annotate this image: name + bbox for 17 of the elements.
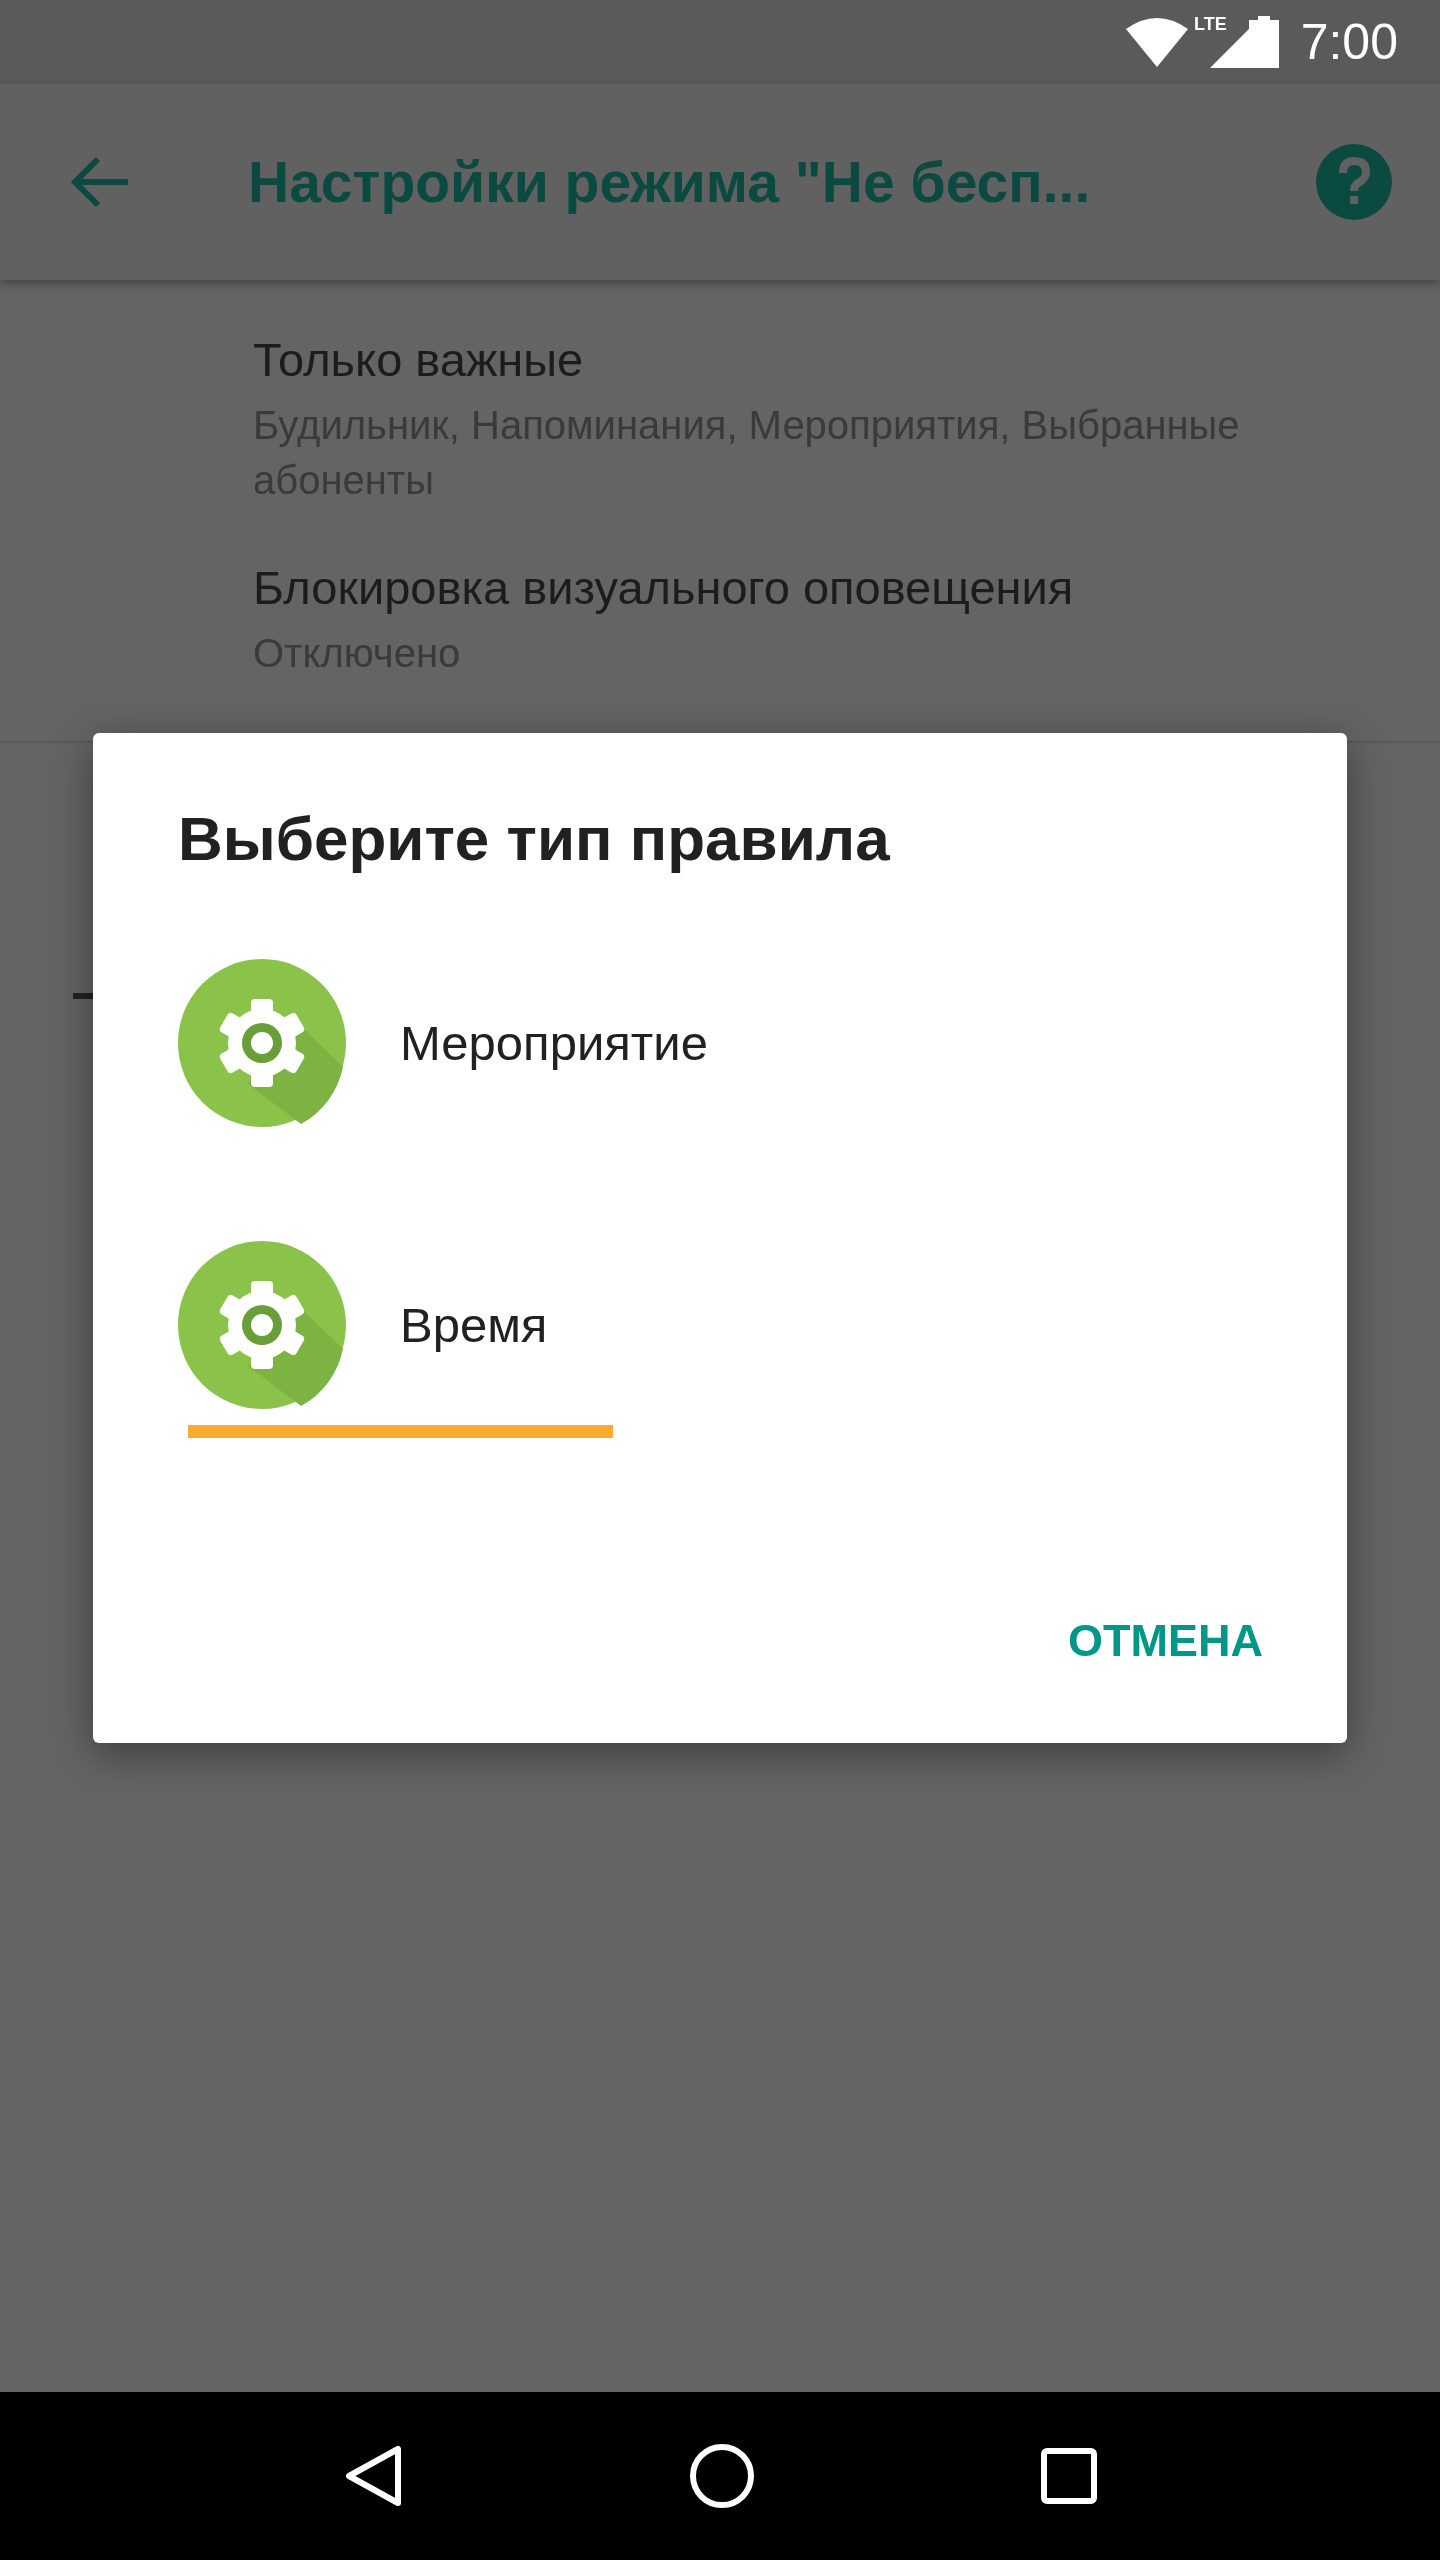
setting-title[interactable]: Блокировка визуального оповещения <box>253 558 1400 618</box>
back-nav-button[interactable] <box>343 2444 403 2508</box>
screen-title: Настройки режима "Не бесп... <box>248 149 1092 215</box>
dash-icon <box>73 993 93 999</box>
recents-nav-button[interactable] <box>1041 2448 1097 2504</box>
dialog-title: Выберите тип правила <box>178 803 891 874</box>
rule-type-option[interactable]: Мероприятие <box>400 1015 708 1071</box>
clock: 7:00 <box>1300 13 1398 71</box>
gear-icon <box>178 959 346 1127</box>
battery-icon <box>1248 16 1279 68</box>
home-nav-button[interactable] <box>689 2443 755 2509</box>
cancel-button[interactable]: ОТМЕНА <box>1054 1599 1277 1683</box>
setting-title[interactable]: Только важные <box>253 330 1400 390</box>
gear-icon <box>178 1241 346 1409</box>
network-type: LTE <box>1194 14 1227 35</box>
rule-type-option[interactable]: Время <box>400 1297 548 1353</box>
wifi-icon <box>1126 17 1188 67</box>
